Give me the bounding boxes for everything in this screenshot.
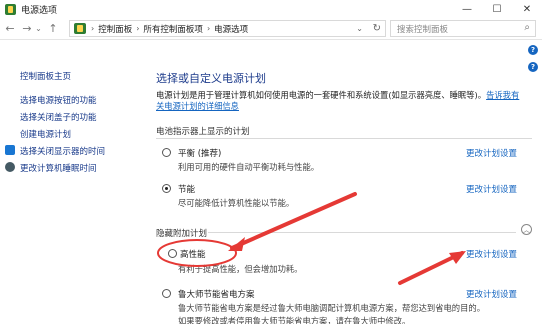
plan-ludashi-change-link[interactable]: 更改计划设置 [466,288,517,300]
page-description: 电源计划是用于管理计算机如何使用电源的一套硬件和系统设置(如显示器亮度、睡眠等)… [156,90,526,112]
plan-balanced-change-link[interactable]: 更改计划设置 [466,147,517,159]
search-placeholder: 搜索控制面板 [397,24,449,35]
breadcrumb-separator: › [91,24,95,33]
sleep-icon [5,162,15,172]
display-icon [5,145,15,155]
plan-saver-desc: 尽可能降低计算机性能以节能。 [178,198,295,208]
breadcrumb-separator: › [136,24,140,33]
section-divider [208,232,516,233]
description-text: 电源计划是用于管理计算机如何使用电源的一套硬件和系统设置(如显示器亮度、睡眠等)… [156,90,487,100]
minimize-button[interactable]: — [452,0,482,18]
search-box[interactable]: 搜索控制面板 ⌕ [390,20,536,37]
plan-high-performance-radio[interactable] [168,249,177,258]
window-controls: — ☐ ✕ [452,0,542,18]
sidebar-item-create-plan[interactable]: 创建电源计划 [20,128,71,140]
plan-high-performance-change-link[interactable]: 更改计划设置 [466,248,517,260]
sidebar-item-control-panel-home[interactable]: 控制面板主页 [20,70,71,82]
plan-saver-change-link[interactable]: 更改计划设置 [466,183,517,195]
sidebar-item-sleep-time[interactable]: 更改计算机睡眠时间 [20,162,97,174]
plan-saver-radio[interactable] [162,184,171,193]
plan-ludashi-desc: 鲁大师节能省电方案是经过鲁大师电脑调配计算机电源方案，帮您达到省电的目的。 [178,303,485,313]
back-button[interactable]: ← [3,21,17,37]
maximize-button[interactable]: ☐ [482,0,512,18]
window-title: 电源选项 [21,5,58,16]
sidebar: 控制面板主页 选择电源按钮的功能 选择关闭盖子的功能 创建电源计划 选择关闭显示… [0,40,148,324]
power-options-icon [5,3,16,15]
plan-ludashi-desc-2: 如果要修改或者停用鲁大师节能省电方案，请在鲁大师中修改。 [178,316,411,324]
plan-high-performance-desc: 有利于提高性能，但会增加功耗。 [178,264,303,274]
page-title: 选择或自定义电源计划 [156,72,266,85]
search-icon[interactable]: ⌕ [524,22,530,33]
up-button[interactable]: ↑ [46,21,60,37]
forward-button[interactable]: → [20,21,34,37]
address-bar[interactable]: › 控制面板 › 所有控制面板项 › 电源选项 ⌄ ↻ [69,20,386,37]
collapse-hidden-plans-button[interactable]: ︿ [521,224,532,235]
address-dropdown-icon[interactable]: ⌄ [356,24,363,33]
breadcrumb-power-options[interactable]: 电源选项 [214,23,248,35]
close-button[interactable]: ✕ [512,0,542,18]
plan-balanced-desc: 利用可用的硬件自动平衡功耗与性能。 [178,162,320,172]
section-divider [156,138,532,139]
plan-high-performance-name[interactable]: 高性能 [180,248,206,260]
breadcrumb-all-items[interactable]: 所有控制面板项 [143,23,203,35]
refresh-icon[interactable]: ↻ [373,23,381,34]
breadcrumb-control-panel[interactable]: 控制面板 [98,23,132,35]
main-content: 选择或自定义电源计划 电源计划是用于管理计算机如何使用电源的一套硬件和系统设置(… [148,40,542,324]
control-panel-icon [74,23,86,34]
title-bar: 电源选项 — ☐ ✕ [0,0,542,18]
recent-dropdown-button[interactable]: ⌄ [34,21,43,37]
battery-plans-heading: 电池指示器上显示的计划 [156,127,250,137]
plan-balanced-radio[interactable] [162,148,171,157]
plan-ludashi-radio[interactable] [162,289,171,298]
sidebar-item-power-button[interactable]: 选择电源按钮的功能 [20,94,97,106]
hidden-plans-heading: 隐藏附加计划 [156,229,208,239]
plan-balanced-name[interactable]: 平衡 (推荐) [178,147,221,159]
navigation-bar: ← → ⌄ ↑ › 控制面板 › 所有控制面板项 › 电源选项 ⌄ ↻ 搜索控制… [0,18,542,40]
breadcrumb-separator: › [206,24,211,33]
sidebar-item-display-off[interactable]: 选择关闭显示器的时间 [20,145,105,157]
sidebar-item-lid-close[interactable]: 选择关闭盖子的功能 [20,111,97,123]
plan-saver-name[interactable]: 节能 [178,183,195,195]
plan-ludashi-name[interactable]: 鲁大师节能省电方案 [178,288,255,300]
